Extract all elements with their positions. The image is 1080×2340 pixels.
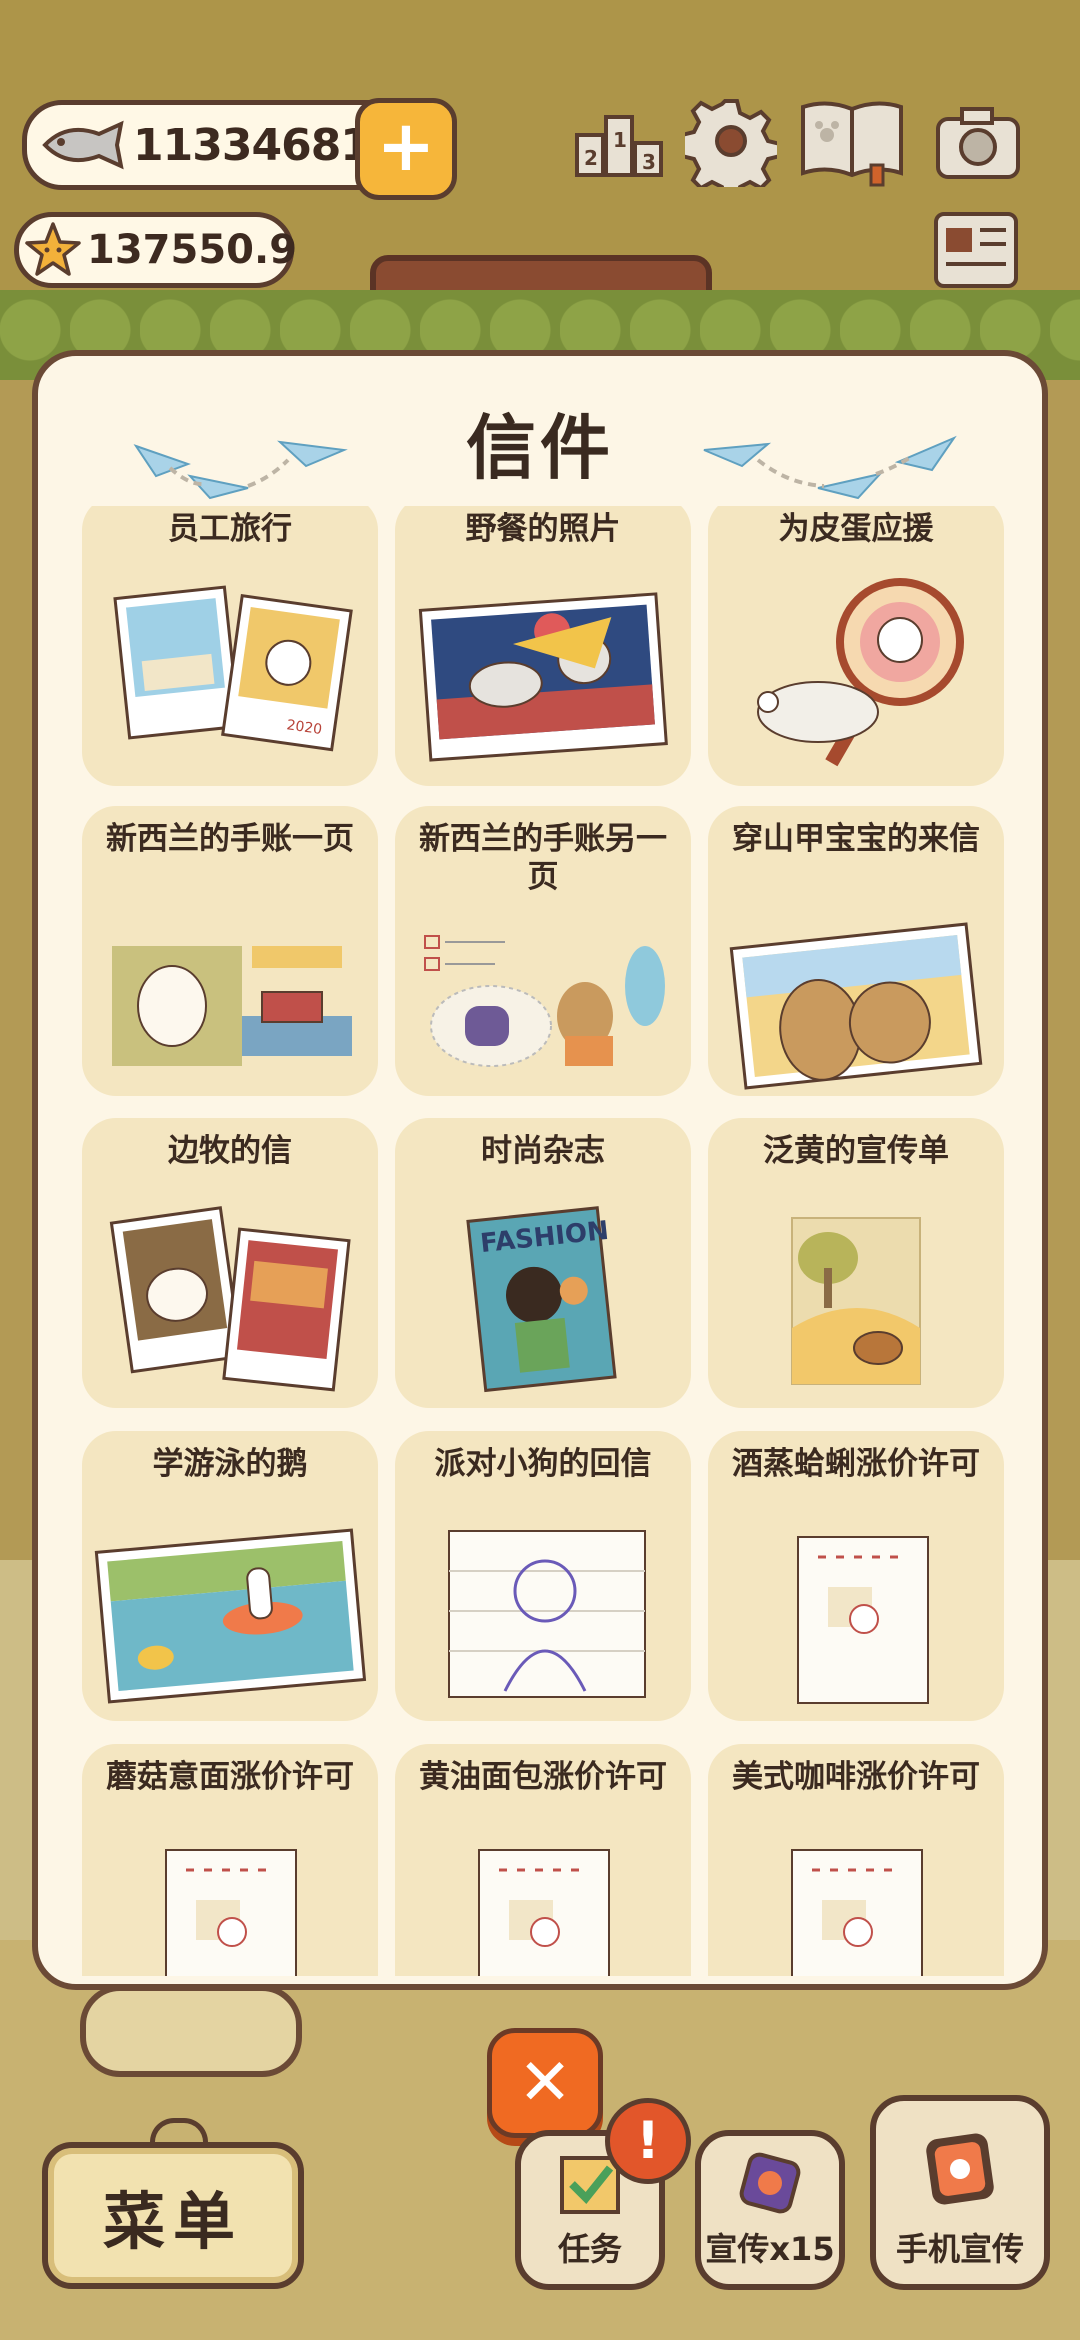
- svg-text:3: 3: [642, 150, 656, 174]
- camera-icon: [936, 107, 1020, 179]
- letter-card[interactable]: 新西兰的手账另一页: [395, 806, 691, 1096]
- camera-button[interactable]: [932, 98, 1024, 190]
- letter-card[interactable]: 野餐的照片: [395, 506, 691, 786]
- menu-label: 菜单: [102, 2184, 243, 2258]
- phone-icon: [926, 2133, 994, 2205]
- promo-label: 宣传x15: [705, 2230, 835, 2268]
- alert-mark: !: [636, 2111, 660, 2171]
- table: [80, 1985, 302, 2077]
- close-button[interactable]: ✕: [487, 2028, 603, 2138]
- letter-title: 学游泳的鹅: [152, 1446, 308, 1482]
- letter-title: 新西兰的手账另一页: [419, 821, 667, 895]
- leaderboard-button[interactable]: 2 1 3: [573, 95, 665, 187]
- letter-card[interactable]: 穿山甲宝宝的来信: [708, 806, 1004, 1096]
- letter-card[interactable]: 边牧的信: [82, 1118, 378, 1408]
- letter-title: 新西兰的手账一页: [106, 821, 354, 857]
- paper-plane-icon: [133, 440, 348, 500]
- letter-illustration: FASHION: [466, 1206, 617, 1393]
- letter-title: 为皮蛋应援: [778, 511, 934, 547]
- close-icon: ✕: [518, 2046, 572, 2120]
- task-alert-badge: !: [605, 2098, 691, 2184]
- letter-illustration: [448, 1530, 646, 1698]
- settings-button[interactable]: [685, 95, 777, 187]
- menu-button[interactable]: 菜单: [42, 2142, 304, 2289]
- album-button[interactable]: [797, 95, 907, 187]
- letter-card[interactable]: 酒蒸蛤蜊涨价许可: [708, 1431, 1004, 1721]
- letter-card[interactable]: 时尚杂志 FASHION: [395, 1118, 691, 1408]
- letter-card[interactable]: 为皮蛋应援: [708, 506, 1004, 786]
- letter-illustration: [791, 1217, 921, 1385]
- letter-title: 酒蒸蛤蜊涨价许可: [732, 1446, 980, 1482]
- letter-illustration: [424, 935, 665, 1067]
- letter-illustration: 2020: [113, 585, 353, 752]
- letter-card[interactable]: 美式咖啡涨价许可: [708, 1744, 1004, 1976]
- album-icon: [801, 101, 903, 187]
- phone-promo-button[interactable]: 手机宣传: [870, 2095, 1050, 2290]
- star-currency: 137550.9: [14, 212, 298, 288]
- gear-icon: [685, 99, 777, 187]
- phone-label: 手机宣传: [895, 2230, 1024, 2268]
- fish-icon: [37, 120, 127, 170]
- letter-card[interactable]: 派对小狗的回信: [395, 1431, 691, 1721]
- letter-card[interactable]: 新西兰的手账一页: [82, 806, 378, 1096]
- star-amount: 137550.9: [87, 227, 298, 273]
- letter-illustration: [797, 1536, 929, 1704]
- svg-text:1: 1: [613, 128, 627, 152]
- letter-illustration: [109, 1206, 351, 1392]
- plus-icon: +: [376, 105, 436, 187]
- promo-button[interactable]: 宣传x15: [695, 2130, 845, 2290]
- newspaper-icon: [934, 212, 1018, 288]
- letter-illustration: [94, 1528, 367, 1704]
- letters-grid: 员工旅行 2020 野餐的照片 为皮蛋应援 新西兰的手账一页 新西兰的手账另一页…: [82, 506, 1004, 1976]
- letter-title: 员工旅行: [168, 511, 292, 547]
- letter-title: 野餐的照片: [465, 511, 621, 547]
- letter-illustration: [165, 1849, 297, 1976]
- newspaper-button[interactable]: [930, 205, 1022, 297]
- paper-plane-icon: [703, 435, 957, 500]
- letter-title: 美式咖啡涨价许可: [732, 1759, 980, 1795]
- letter-illustration: [757, 578, 964, 767]
- letters-modal: 信件 员工旅行 2020 野餐的照片 为皮蛋应援 新西兰的手账一页 新西兰的手账…: [32, 350, 1048, 1990]
- star-icon: [23, 220, 83, 280]
- letter-title: 蘑菇意面涨价许可: [106, 1759, 354, 1795]
- letter-illustration: [418, 592, 668, 762]
- add-fish-button[interactable]: +: [355, 98, 457, 200]
- svg-text:2: 2: [584, 146, 598, 170]
- flyer-icon: [739, 2152, 801, 2214]
- letter-title: 黄油面包涨价许可: [419, 1759, 667, 1795]
- letter-title: 穿山甲宝宝的来信: [732, 821, 980, 857]
- letter-illustration: [791, 1849, 923, 1976]
- task-label: 任务: [557, 2230, 622, 2268]
- letter-title: 时尚杂志: [481, 1133, 605, 1169]
- letter-card[interactable]: 黄油面包涨价许可: [395, 1744, 691, 1976]
- letter-illustration: [112, 946, 352, 1066]
- letter-card[interactable]: 员工旅行 2020: [82, 506, 378, 786]
- letter-card[interactable]: 蘑菇意面涨价许可: [82, 1744, 378, 1976]
- letter-card[interactable]: 泛黄的宣传单: [708, 1118, 1004, 1408]
- letter-title: 泛黄的宣传单: [763, 1133, 949, 1169]
- letter-illustration: [729, 922, 983, 1090]
- letter-title: 派对小狗的回信: [434, 1446, 652, 1482]
- letter-illustration: [478, 1849, 610, 1976]
- letter-title: 边牧的信: [168, 1133, 292, 1169]
- letter-card[interactable]: 学游泳的鹅: [82, 1431, 378, 1721]
- leaderboard-icon: 2 1 3: [575, 115, 663, 177]
